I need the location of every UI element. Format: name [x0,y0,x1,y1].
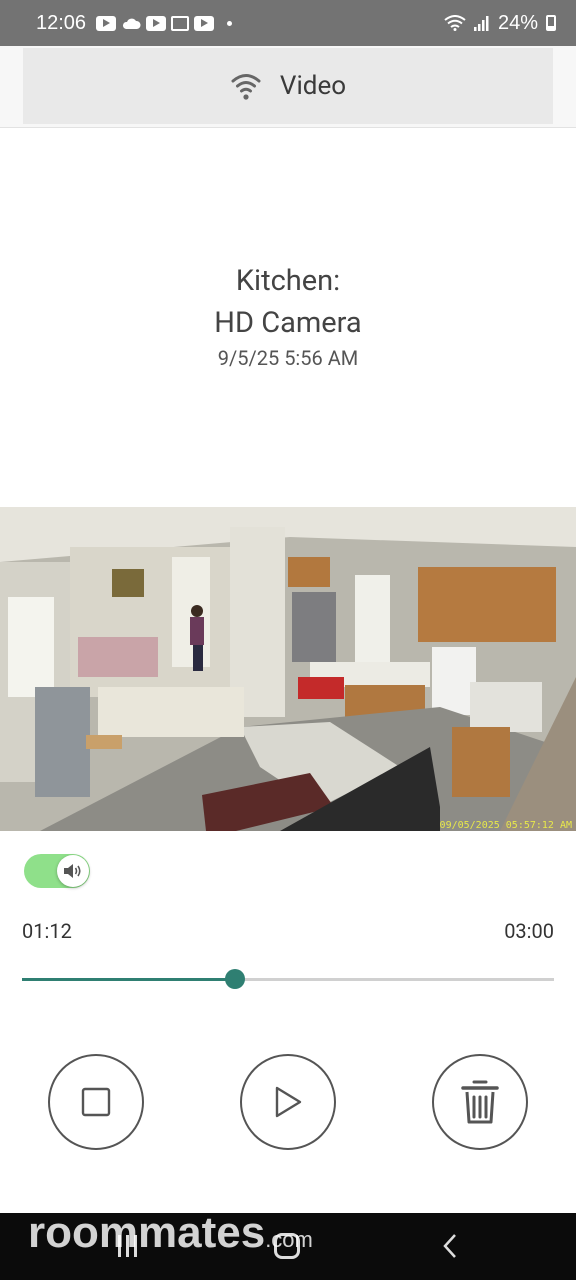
signal-icon [473,15,489,31]
status-bar: 12:06 24% [0,0,576,46]
header-bar: Video [23,48,553,124]
cloud-icon [123,18,141,29]
seek-slider[interactable] [22,969,554,989]
trash-icon [461,1080,499,1124]
slider-thumb[interactable] [224,969,245,989]
youtube-icon [96,15,117,31]
youtube-icon [146,15,167,31]
notification-icons [96,15,233,31]
stop-icon [81,1087,111,1117]
youtube-icon [194,15,215,31]
calendar-icon [171,15,190,31]
camera-location: Kitchen: [235,264,341,298]
more-notifications-dot [227,20,233,26]
play-icon [275,1086,302,1118]
video-frame-image [0,507,576,831]
play-button[interactable] [240,1054,336,1150]
app-header: Video [0,46,576,128]
current-time: 01:12 [22,919,72,943]
slider-progress [22,978,235,981]
page-title: Video [279,71,347,101]
battery-percent: 24% [497,11,538,34]
total-time: 03:00 [504,919,554,943]
status-right: 24% [444,12,556,35]
watermark-suffix: .com [265,1227,313,1252]
delete-button[interactable] [432,1054,528,1150]
wifi-icon [231,74,261,100]
battery-icon [546,15,556,31]
speaker-icon [64,864,81,878]
watermark-text: roommates [28,1208,266,1257]
back-icon[interactable] [442,1233,458,1259]
status-time: 12:06 [36,11,87,34]
camera-type: HD Camera [214,306,362,340]
recording-datetime: 9/5/25 5:56 AM [217,346,359,370]
wifi-status-icon [444,15,466,31]
video-timestamp: 09/05/2025 05:57:12 AM [439,820,572,831]
toggle-knob [57,855,89,887]
video-player[interactable]: 09/05/2025 05:57:12 AM [0,507,576,831]
audio-toggle[interactable] [24,854,90,888]
watermark: roommates.com [28,1208,313,1258]
stop-button[interactable] [48,1054,144,1150]
